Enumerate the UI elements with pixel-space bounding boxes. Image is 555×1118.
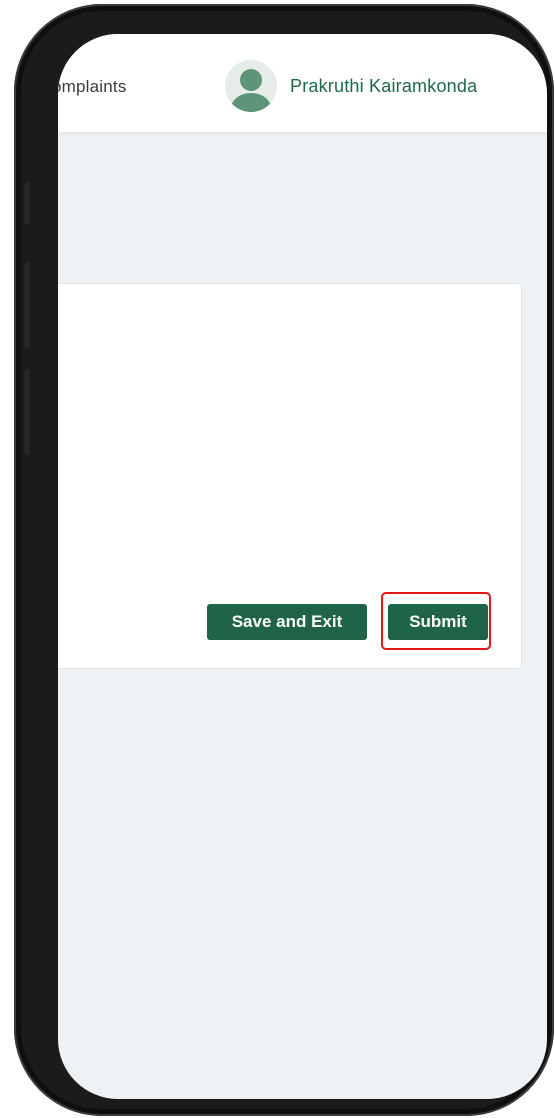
nav-link-complaints[interactable]: omplaints [58, 77, 127, 97]
user-name[interactable]: Prakruthi Kairamkonda [290, 76, 477, 97]
phone-volume-up-button [24, 262, 30, 348]
form-card: Save and Exit Submit [58, 283, 522, 669]
phone-frame: omplaints Prakruthi Kairamkonda Save and… [14, 4, 554, 1116]
phone-action-button [24, 182, 30, 224]
save-and-exit-button[interactable]: Save and Exit [207, 604, 367, 640]
phone-volume-down-button [24, 369, 30, 455]
user-avatar-icon[interactable] [225, 60, 277, 112]
avatar-head-shape [240, 69, 262, 91]
app-screen: omplaints Prakruthi Kairamkonda Save and… [58, 34, 547, 1099]
top-header: omplaints Prakruthi Kairamkonda [58, 34, 547, 132]
avatar-body-shape [231, 93, 271, 112]
submit-button[interactable]: Submit [388, 604, 488, 640]
